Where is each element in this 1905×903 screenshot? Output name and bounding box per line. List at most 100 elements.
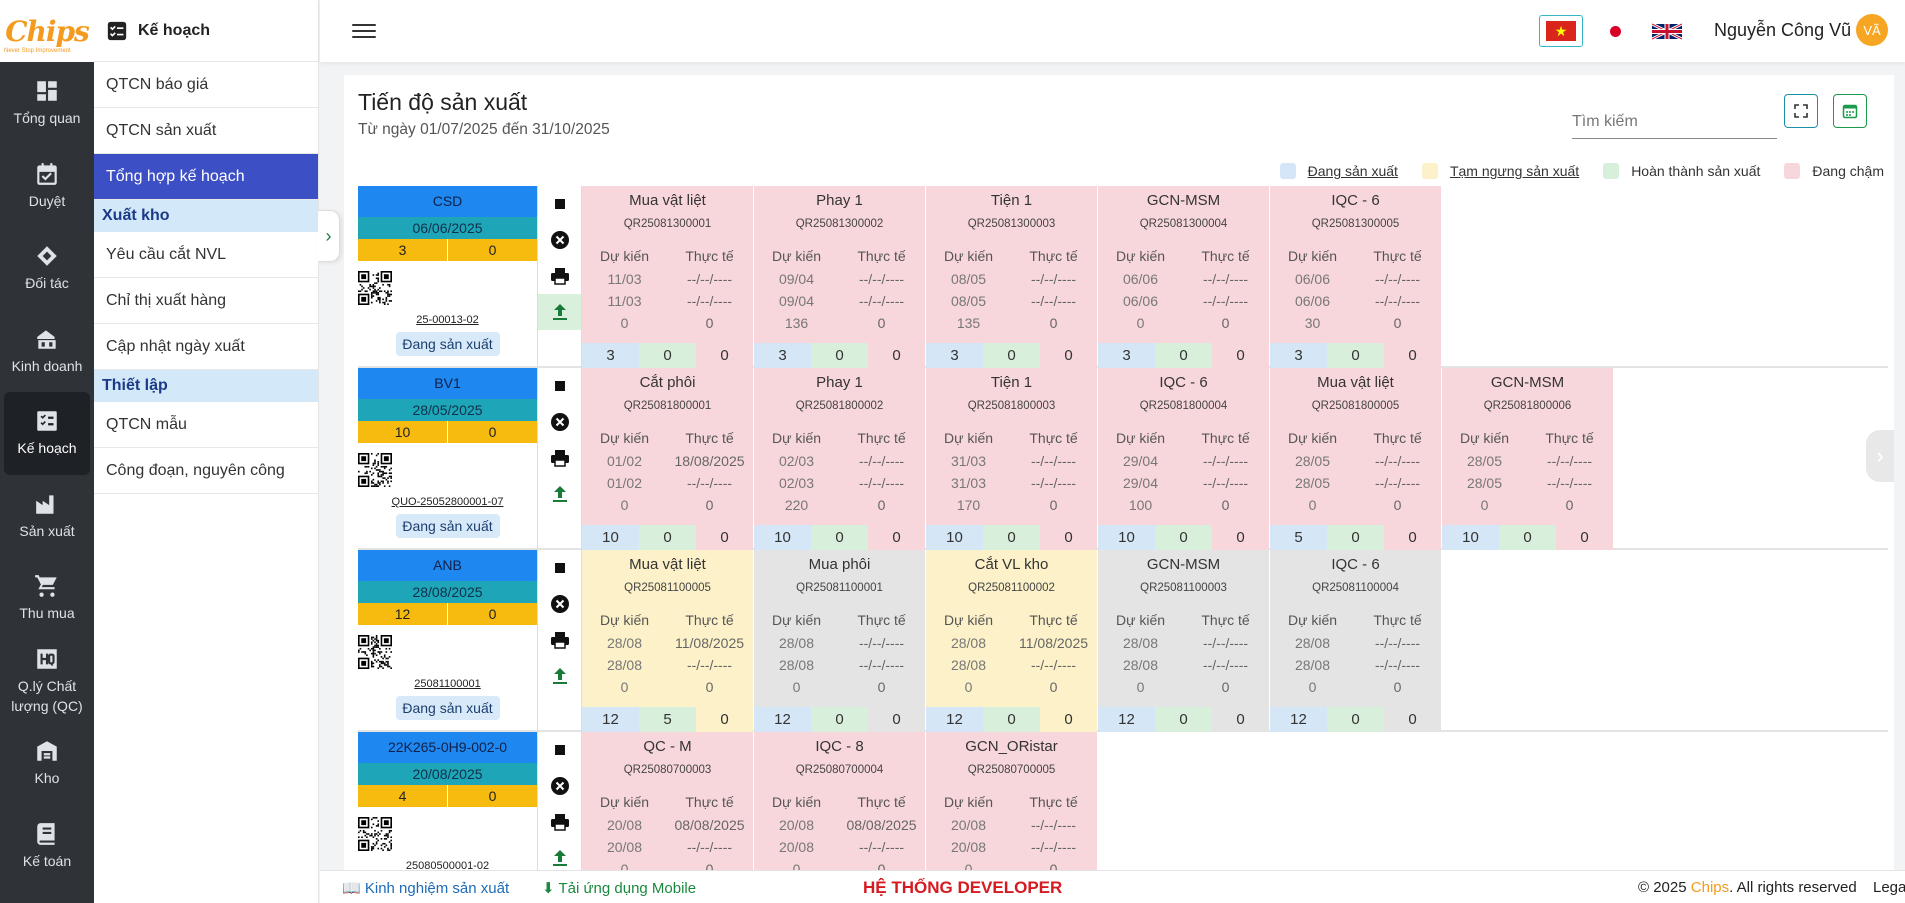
stage-card[interactable]: GCN-MSM QR25081300004 Dự kiến Thực tế 06… [1098,186,1269,368]
cancel-button[interactable] [538,768,581,804]
order-qr-text[interactable]: QUO-25052800001-07 [358,496,537,508]
order-qr-text[interactable]: 25081100001 [358,678,537,690]
sidebar-item-9[interactable]: Kế toán [0,805,94,888]
sidebar-item-0[interactable]: Tổng quan [0,62,94,145]
planned-end: 08/05 [950,293,987,309]
actual-end: --/--/---- [1546,475,1593,491]
cancel-button[interactable] [538,586,581,622]
user-name[interactable]: Nguyễn Công Vũ [1714,20,1851,41]
hamburger-menu-icon[interactable] [352,20,376,42]
cancel-button[interactable] [538,222,581,258]
stage-card[interactable]: Mua vật liệt QR25081300001 Dự kiến Thực … [582,186,753,368]
planned-header: Dự kiến [599,794,650,810]
sidebar-item-3[interactable]: Kinh doanh [0,310,94,393]
actual-header: Thực tế [1201,612,1250,628]
legend-item[interactable]: Đang sản xuất [1279,163,1398,179]
order-actions [538,732,582,870]
planned-time: 30 [1304,315,1321,331]
sidebar-item-2[interactable]: Đối tác [0,227,94,310]
upload-button[interactable] [538,658,581,694]
actual-end: --/--/---- [858,475,905,491]
stop-button[interactable] [538,550,581,586]
stage-card[interactable]: Cắt phôi QR25081800001 Dự kiến Thực tế 0… [582,368,753,550]
experience-link[interactable]: 📖 Kinh nghiệm sản xuất [342,879,509,897]
stage-card[interactable]: GCN_ORistar QR25080700005 Dự kiến Thực t… [926,732,1097,870]
stage-qr-code: QR25080700003 [623,764,712,776]
print-button[interactable] [538,804,581,840]
sidebar-item-8[interactable]: Kho [0,722,94,805]
actual-start: --/--/---- [1202,453,1249,469]
language-vietnamese-button[interactable]: ★ [1539,15,1583,47]
calendar-button[interactable] [1833,94,1867,128]
planned-time: 0 [620,861,629,870]
upload-button[interactable] [538,294,581,330]
stage-card[interactable]: IQC - 6 QR25081800004 Dự kiến Thực tế 29… [1098,368,1269,550]
stage-card[interactable]: Mua vật liệt QR25081800005 Dự kiến Thực … [1270,368,1441,550]
stage-name: Mua vật liệt [629,192,706,209]
order-qr-text[interactable]: 25-00013-02 [358,314,537,326]
order-code[interactable]: CSD [358,186,537,217]
cancel-button[interactable] [538,404,581,440]
stage-card[interactable]: QC - M QR25080700003 Dự kiến Thực tế 20/… [582,732,753,870]
order-code[interactable]: 22K265-0H9-002-0 [358,732,537,763]
actual-header: Thực tế [857,430,906,446]
count-total: 10 [1098,525,1155,550]
chevron-right-icon: › [1876,443,1884,468]
stage-card[interactable]: GCN-MSM QR25081800006 Dự kiến Thực tế 28… [1442,368,1613,550]
sidebar-item-1[interactable]: Duyệt [0,145,94,228]
count-late: 0 [1212,343,1269,368]
legend-item[interactable]: Tạm ngưng sản xuất [1421,163,1579,179]
actual-header: Thực tế [685,612,734,628]
stage-card[interactable]: Mua vật liệt QR25081100005 Dự kiến Thực … [582,550,753,732]
stop-button[interactable] [538,186,581,222]
actual-start: --/--/---- [1546,453,1593,469]
search-input[interactable] [1572,105,1777,139]
print-button[interactable] [538,440,581,476]
submenu-item[interactable]: QTCN mẫu [94,402,318,448]
sidebar-item-7[interactable]: Q.lý Chất lượng (QC) [0,640,94,723]
fullscreen-button[interactable] [1784,94,1818,128]
stage-card[interactable]: Phay 1 QR25081300002 Dự kiến Thực tế 09/… [754,186,925,368]
stage-card[interactable]: Phay 1 QR25081800002 Dự kiến Thực tế 02/… [754,368,925,550]
order-code[interactable]: BV1 [358,368,537,399]
avatar[interactable]: VÃ [1856,14,1888,46]
language-english-button[interactable] [1650,15,1684,47]
checklist-icon [107,21,127,40]
language-japanese-button[interactable] [1600,15,1630,47]
print-button[interactable] [538,258,581,294]
submenu-item[interactable]: Tổng hợp kế hoạch [94,154,318,200]
upload-button[interactable] [538,476,581,512]
download-mobile-link[interactable]: ⬇ Tải ứng dụng Mobile [542,879,696,897]
submenu-item[interactable]: QTCN sản xuất [94,108,318,154]
order-code[interactable]: ANB [358,550,537,581]
upload-button[interactable] [538,840,581,870]
scroll-right-button[interactable]: › [1866,430,1894,482]
stage-card[interactable]: Tiện 1 QR25081300003 Dự kiến Thực tế 08/… [926,186,1097,368]
submenu-item[interactable]: QTCN báo giá [94,62,318,108]
submenu-item[interactable]: Công đoạn, nguyên công [94,448,318,494]
stage-card[interactable]: Tiện 1 QR25081800003 Dự kiến Thực tế 31/… [926,368,1097,550]
stop-button[interactable] [538,732,581,768]
actual-end: --/--/---- [858,293,905,309]
stage-card[interactable]: IQC - 8 QR25080700004 Dự kiến Thực tế 20… [754,732,925,870]
chips-logo[interactable]: Chips Never Stop Improvement [0,0,94,62]
stage-card[interactable]: GCN-MSM QR25081100003 Dự kiến Thực tế 28… [1098,550,1269,732]
collapse-submenu-button[interactable]: › [318,210,340,262]
sidebar-item-6[interactable]: Thu mua [0,557,94,640]
sidebar-item-4[interactable]: Kế hoạch [4,392,90,475]
stage-card[interactable]: IQC - 6 QR25081300005 Dự kiến Thực tế 06… [1270,186,1441,368]
print-button[interactable] [538,622,581,658]
submenu-item[interactable]: Cập nhật ngày xuất [94,324,318,370]
stage-card[interactable]: Mua phôi QR25081100001 Dự kiến Thực tế 2… [754,550,925,732]
stop-button[interactable] [538,368,581,404]
legal-link[interactable]: Lega [1873,879,1905,896]
planned-start: 06/06 [1294,271,1331,287]
submenu-item[interactable]: Yêu cầu cắt NVL [94,232,318,278]
submenu-item[interactable]: Chỉ thị xuất hàng [94,278,318,324]
actual-header: Thực tế [685,794,734,810]
stage-card[interactable]: Cắt VL kho QR25081100002 Dự kiến Thực tế… [926,550,1097,732]
stage-card[interactable]: IQC - 6 QR25081100004 Dự kiến Thực tế 28… [1270,550,1441,732]
sidebar-item-5[interactable]: Sản xuất [0,475,94,558]
download-link-label: Tải ứng dụng Mobile [558,880,697,897]
order-qr-text[interactable]: 25080500001-02 [358,860,537,870]
